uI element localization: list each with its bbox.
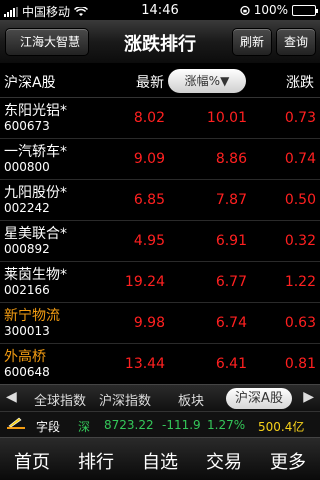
scroll-left-arrow-icon[interactable]: ◀ <box>6 389 17 405</box>
bottom-navigation: 首页 排行 自选 交易 更多 <box>0 437 320 480</box>
status-bar: 中国移动 14:46 100% <box>0 0 320 20</box>
column-header: 沪深A股 最新 涨幅%▼ 涨跌 <box>0 64 320 98</box>
category-tab-strip: ◀ 全球指数 沪深指数 板块 沪深A股 ▶ <box>0 384 320 411</box>
stock-change-pct: 6.74 <box>215 315 247 331</box>
table-row[interactable]: 九阳股份* 002242 6.85 7.87 0.50 <box>0 180 320 221</box>
scroll-right-arrow-icon[interactable]: ▶ <box>303 389 314 405</box>
stock-name: 一汽轿车* <box>4 144 67 160</box>
ticker-field-label[interactable]: 字段 <box>36 418 60 435</box>
stock-change-pct: 6.41 <box>215 356 247 372</box>
tab-global-index[interactable]: 全球指数 <box>34 390 86 409</box>
ticker-index-value: 8723.22 <box>104 418 154 432</box>
stock-change: 0.32 <box>284 233 316 249</box>
stock-latest: 9.09 <box>133 151 165 167</box>
stock-change: 0.81 <box>284 356 316 372</box>
pen-icon <box>6 416 34 432</box>
nav-more[interactable]: 更多 <box>256 448 320 474</box>
stock-change-pct: 8.86 <box>215 151 247 167</box>
ticker-market: 深 <box>78 420 91 434</box>
index-ticker[interactable]: 字段 深 8723.22 -111.9 1.27% 500.4亿 <box>0 411 320 437</box>
battery-label: 100% <box>253 3 288 17</box>
nav-watchlist[interactable]: 自选 <box>128 448 192 474</box>
stock-code: 000800 <box>4 160 50 174</box>
column-name[interactable]: 沪深A股 <box>4 72 56 92</box>
stock-change-pct: 10.01 <box>206 110 247 126</box>
query-button[interactable]: 查询 <box>276 28 316 56</box>
column-latest[interactable]: 最新 <box>136 72 164 92</box>
table-row[interactable]: 外高桥 600648 13.44 6.41 0.81 <box>0 344 320 385</box>
table-row[interactable]: 一汽轿车* 000800 9.09 8.86 0.74 <box>0 139 320 180</box>
stock-latest: 9.98 <box>133 315 165 331</box>
ticker-index-pct: 1.27% <box>207 418 246 432</box>
stock-code: 300013 <box>4 324 50 338</box>
stock-code: 600648 <box>4 365 50 379</box>
battery-group: 100% <box>240 3 318 17</box>
table-row[interactable]: 新宁物流 300013 9.98 6.74 0.63 <box>0 303 320 344</box>
stock-name: 外高桥 <box>4 349 46 365</box>
stock-code: 002242 <box>4 201 50 215</box>
table-row[interactable]: 星美联合* 000892 4.95 6.91 0.32 <box>0 221 320 262</box>
tab-hs-index[interactable]: 沪深指数 <box>99 390 151 409</box>
stock-latest: 6.85 <box>133 192 165 208</box>
stock-change: 1.22 <box>284 274 316 290</box>
stock-code: 600673 <box>4 119 50 133</box>
stock-name: 东阳光铝* <box>4 103 67 119</box>
stock-change: 0.73 <box>284 110 316 126</box>
stock-change: 0.50 <box>284 192 316 208</box>
stock-code: 002166 <box>4 283 50 297</box>
column-change-pct-sort[interactable]: 涨幅%▼ <box>168 69 246 93</box>
battery-icon <box>292 4 318 16</box>
table-row[interactable]: 莱茵生物* 002166 19.24 6.77 1.22 <box>0 262 320 303</box>
refresh-button[interactable]: 刷新 <box>232 28 272 56</box>
stock-latest: 13.44 <box>124 356 165 372</box>
stock-name: 莱茵生物* <box>4 267 67 283</box>
stock-latest: 4.95 <box>133 233 165 249</box>
column-change[interactable]: 涨跌 <box>286 72 314 92</box>
nav-trade[interactable]: 交易 <box>192 448 256 474</box>
lock-rotation-icon <box>240 5 250 15</box>
stock-change-pct: 6.77 <box>215 274 247 290</box>
stock-name: 九阳股份* <box>4 185 67 201</box>
ticker-turnover: 500.4亿 <box>258 420 305 434</box>
tab-sector[interactable]: 板块 <box>178 390 204 409</box>
tab-hs-a-shares[interactable]: 沪深A股 <box>226 388 292 409</box>
stock-latest: 19.24 <box>124 274 165 290</box>
nav-ranking[interactable]: 排行 <box>64 448 128 474</box>
nav-home[interactable]: 首页 <box>0 448 64 474</box>
ticker-index-change: -111.9 <box>162 418 201 432</box>
table-row[interactable]: 东阳光铝* 600673 8.02 10.01 0.73 <box>0 98 320 139</box>
stock-change: 0.63 <box>284 315 316 331</box>
page-title: 涨跌排行 <box>124 34 196 55</box>
stock-list: 东阳光铝* 600673 8.02 10.01 0.73 一汽轿车* 00080… <box>0 98 320 385</box>
stock-change: 0.74 <box>284 151 316 167</box>
stock-code: 000892 <box>4 242 50 256</box>
back-button[interactable]: 江海大智慧 <box>5 28 90 56</box>
stock-latest: 8.02 <box>133 110 165 126</box>
navigation-bar: 江海大智慧 涨跌排行 刷新 查询 <box>0 20 320 64</box>
stock-change-pct: 6.91 <box>215 233 247 249</box>
stock-name: 星美联合* <box>4 226 67 242</box>
stock-name: 新宁物流 <box>4 308 60 324</box>
stock-change-pct: 7.87 <box>215 192 247 208</box>
